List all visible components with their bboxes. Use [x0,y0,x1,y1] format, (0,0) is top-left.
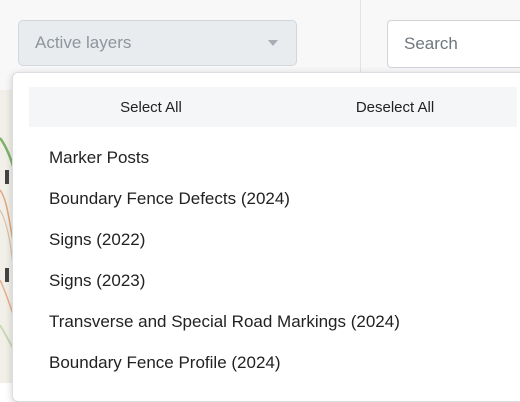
deselect-all-button[interactable]: Deselect All [273,87,517,127]
select-all-button[interactable]: Select All [29,87,273,127]
caret-down-icon [268,40,278,46]
active-layers-select[interactable]: Active layers [18,20,297,66]
search-input[interactable] [387,20,520,68]
layer-item-transverse-special-road-markings-2024[interactable]: Transverse and Special Road Markings (20… [13,301,520,342]
active-layers-dropdown: Select All Deselect All Marker Posts Bou… [12,72,520,402]
select-all-bar: Select All Deselect All [29,87,517,127]
layer-list: Marker Posts Boundary Fence Defects (202… [13,137,520,383]
active-layers-select-label: Active layers [35,33,132,52]
layer-item-signs-2023[interactable]: Signs (2023) [13,260,520,301]
layer-item-boundary-fence-defects-2024[interactable]: Boundary Fence Defects (2024) [13,178,520,219]
layer-item-boundary-fence-profile-2024[interactable]: Boundary Fence Profile (2024) [13,342,520,383]
layer-item-signs-2022[interactable]: Signs (2022) [13,219,520,260]
layer-item-marker-posts[interactable]: Marker Posts [13,137,520,178]
